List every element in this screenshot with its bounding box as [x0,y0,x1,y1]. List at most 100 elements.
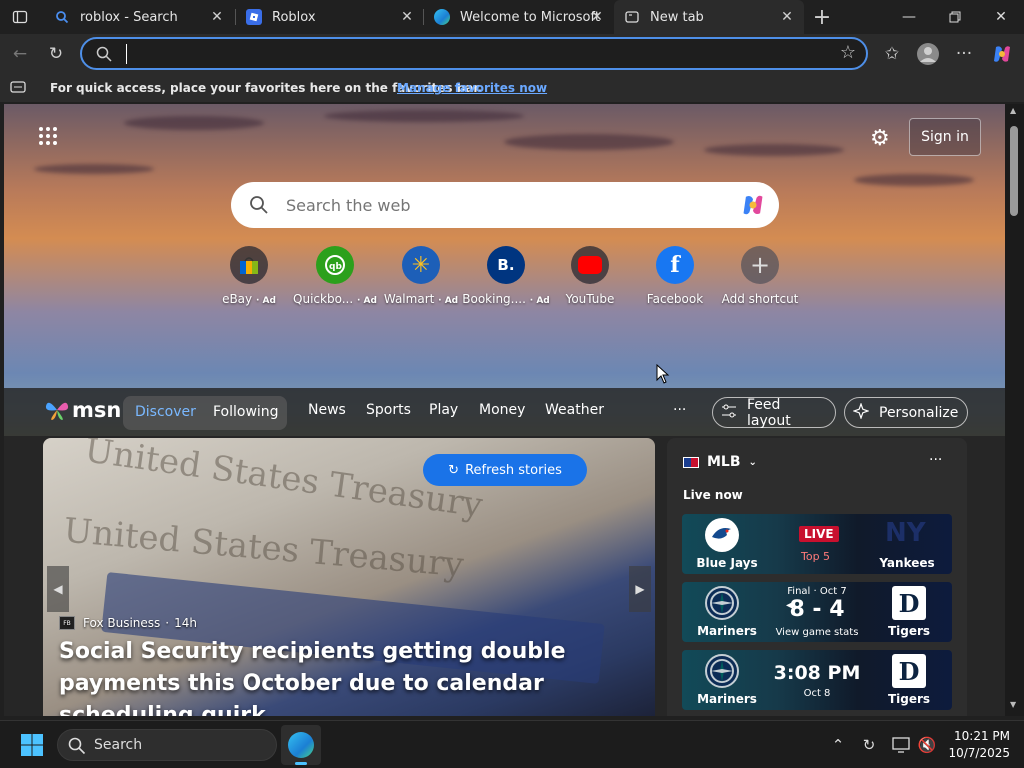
copilot-icon[interactable] [739,192,767,218]
shortcut-walmart[interactable]: ✳ Walmart · Ad [376,246,466,306]
tab-actions-icon[interactable] [6,3,34,31]
back-arrow-icon[interactable]: ← [6,40,34,68]
hero-story-card[interactable]: United States Treasury United States Tre… [43,438,655,716]
team-home: Blue Jays [696,556,758,570]
close-tab-icon[interactable]: ✕ [778,8,796,26]
mlb-title: MLB [707,454,741,470]
sync-alert-icon[interactable]: ↻ [857,733,881,757]
more-options-icon[interactable]: ··· [950,40,978,68]
shortcut-youtube[interactable]: YouTube [545,246,635,306]
msn-butterfly-icon [45,402,69,420]
profile-avatar[interactable] [914,40,942,68]
scroll-down-icon[interactable]: ▼ [1010,700,1016,709]
settings-gear-icon[interactable]: ⚙ [870,126,890,151]
add-shortcut-button[interactable]: + Add shortcut [715,246,805,306]
ad-label: · Ad [255,296,276,306]
tab-roblox[interactable]: Roblox ✕ [236,0,424,34]
windows-taskbar: Search ⌃ ↻ 🔇 10:21 PM 10/7/2025 [0,720,1024,768]
display-icon[interactable] [889,733,913,757]
favorite-star-icon[interactable]: ☆ [840,42,856,63]
search-icon [68,737,86,755]
tab-following[interactable]: Following [213,404,279,420]
team-away: Yankees [879,556,935,570]
close-tab-icon[interactable]: ✕ [208,8,226,26]
web-search-box[interactable] [231,182,779,228]
shortcut-booking[interactable]: B. Booking.... · Ad [461,246,551,306]
personalize-button[interactable]: Personalize [844,397,968,428]
shortcut-label: YouTube [565,292,615,306]
facebook-icon: f [656,246,694,284]
feed-layout-button[interactable]: Feed layout [712,397,836,429]
shortcut-facebook[interactable]: f Facebook [630,246,720,306]
nav-sports[interactable]: Sports [366,402,411,418]
source-name: Fox Business [83,616,161,630]
tab-title: roblox - Search [80,9,178,25]
shortcut-label: eBay [222,292,253,306]
address-input[interactable] [126,44,816,64]
nav-weather[interactable]: Weather [545,402,604,418]
tab-new-tab[interactable]: New tab ✕ [614,0,804,34]
active-indicator [295,762,307,765]
scroll-up-icon[interactable]: ▲ [1010,106,1016,115]
apps-grid-icon[interactable] [38,126,58,150]
taskbar-edge-app[interactable] [281,725,321,765]
volume-muted-icon[interactable]: 🔇 [915,733,939,757]
minimize-icon[interactable]: — [886,0,932,34]
tab-roblox-search[interactable]: roblox - Search ✕ [44,0,234,34]
tab-discover[interactable]: Discover [135,404,196,420]
clock-date[interactable]: 10/7/2025 [940,746,1010,760]
search-icon [250,196,268,214]
shortcut-quickbooks[interactable]: qb Quickbo... · Ad [290,246,380,306]
restore-icon[interactable] [932,0,978,34]
new-tab-page: ⚙ Sign in eBay · Ad qb Quickbo... · Ad ✳… [4,104,1005,716]
fox-business-logo: FB [59,616,75,630]
nav-news[interactable]: News [308,402,346,418]
refresh-icon[interactable]: ↻ [42,40,70,68]
refresh-stories-button[interactable]: ↻ Refresh stories [423,454,587,486]
bluejays-logo-icon [705,518,739,552]
tab-title: Welcome to Microsoft E [460,9,600,25]
manage-favorites-link[interactable]: Manage favorites now [397,81,547,95]
show-hidden-icons-chevron-icon[interactable]: ⌃ [826,733,850,757]
sparkle-icon [852,401,870,423]
web-search-input[interactable] [286,194,706,216]
taskbar-search-box[interactable]: Search [57,729,277,761]
youtube-icon [571,246,609,284]
close-tab-icon[interactable]: ✕ [398,8,416,26]
clock-time[interactable]: 10:21 PM [940,729,1010,743]
nav-money[interactable]: Money [479,402,525,418]
story-headline[interactable]: Social Security recipients getting doubl… [59,636,629,716]
game-mariners-tigers-upcoming[interactable]: Mariners 3:08 PM Oct 8 D Tigers [682,650,952,710]
mlb-dropdown[interactable]: MLB ⌄ [683,454,757,470]
card-more-icon[interactable]: ··· [929,452,942,468]
nav-play[interactable]: Play [429,402,458,418]
carousel-next-icon[interactable]: ▶ [629,566,651,612]
sliders-icon [721,404,737,422]
shortcut-label: Quickbo... [293,292,354,306]
address-bar[interactable]: ☆ [80,37,868,70]
copilot-icon[interactable] [988,40,1016,68]
game-bluejays-yankees[interactable]: Blue Jays LIVE Top 5 NY Yankees [682,514,952,574]
game-detail: Top 5 [801,550,831,563]
svg-text:qb: qb [329,262,342,272]
scroll-thumb[interactable] [1010,126,1018,216]
page-scrollbar[interactable]: ▲ ▼ [1005,104,1024,716]
refresh-stories-label: Refresh stories [465,462,562,478]
close-window-icon[interactable]: ✕ [978,0,1024,34]
nav-more-icon[interactable]: ··· [673,402,686,418]
carousel-prev-icon[interactable]: ◀ [47,566,69,612]
close-tab-icon[interactable]: ✕ [588,8,606,26]
windows-start-icon[interactable] [20,733,44,761]
favorites-icon[interactable]: ✩ [878,40,906,68]
edge-icon [434,9,450,25]
treasury-image-text: United States Treasury [82,438,486,526]
tab-welcome-edge[interactable]: Welcome to Microsoft E ✕ [424,0,614,34]
ad-label: · Ad [438,296,459,306]
shortcut-label: Facebook [646,292,704,306]
search-icon [96,46,112,62]
msn-logo[interactable]: msn [44,398,121,422]
sign-in-button[interactable]: Sign in [909,118,981,156]
shortcut-ebay[interactable]: eBay · Ad [204,246,294,306]
new-tab-plus-icon[interactable]: + [808,3,836,31]
game-mariners-tigers-final[interactable]: Mariners Final · Oct 7 ◀ 8 - 4 View game… [682,582,952,642]
